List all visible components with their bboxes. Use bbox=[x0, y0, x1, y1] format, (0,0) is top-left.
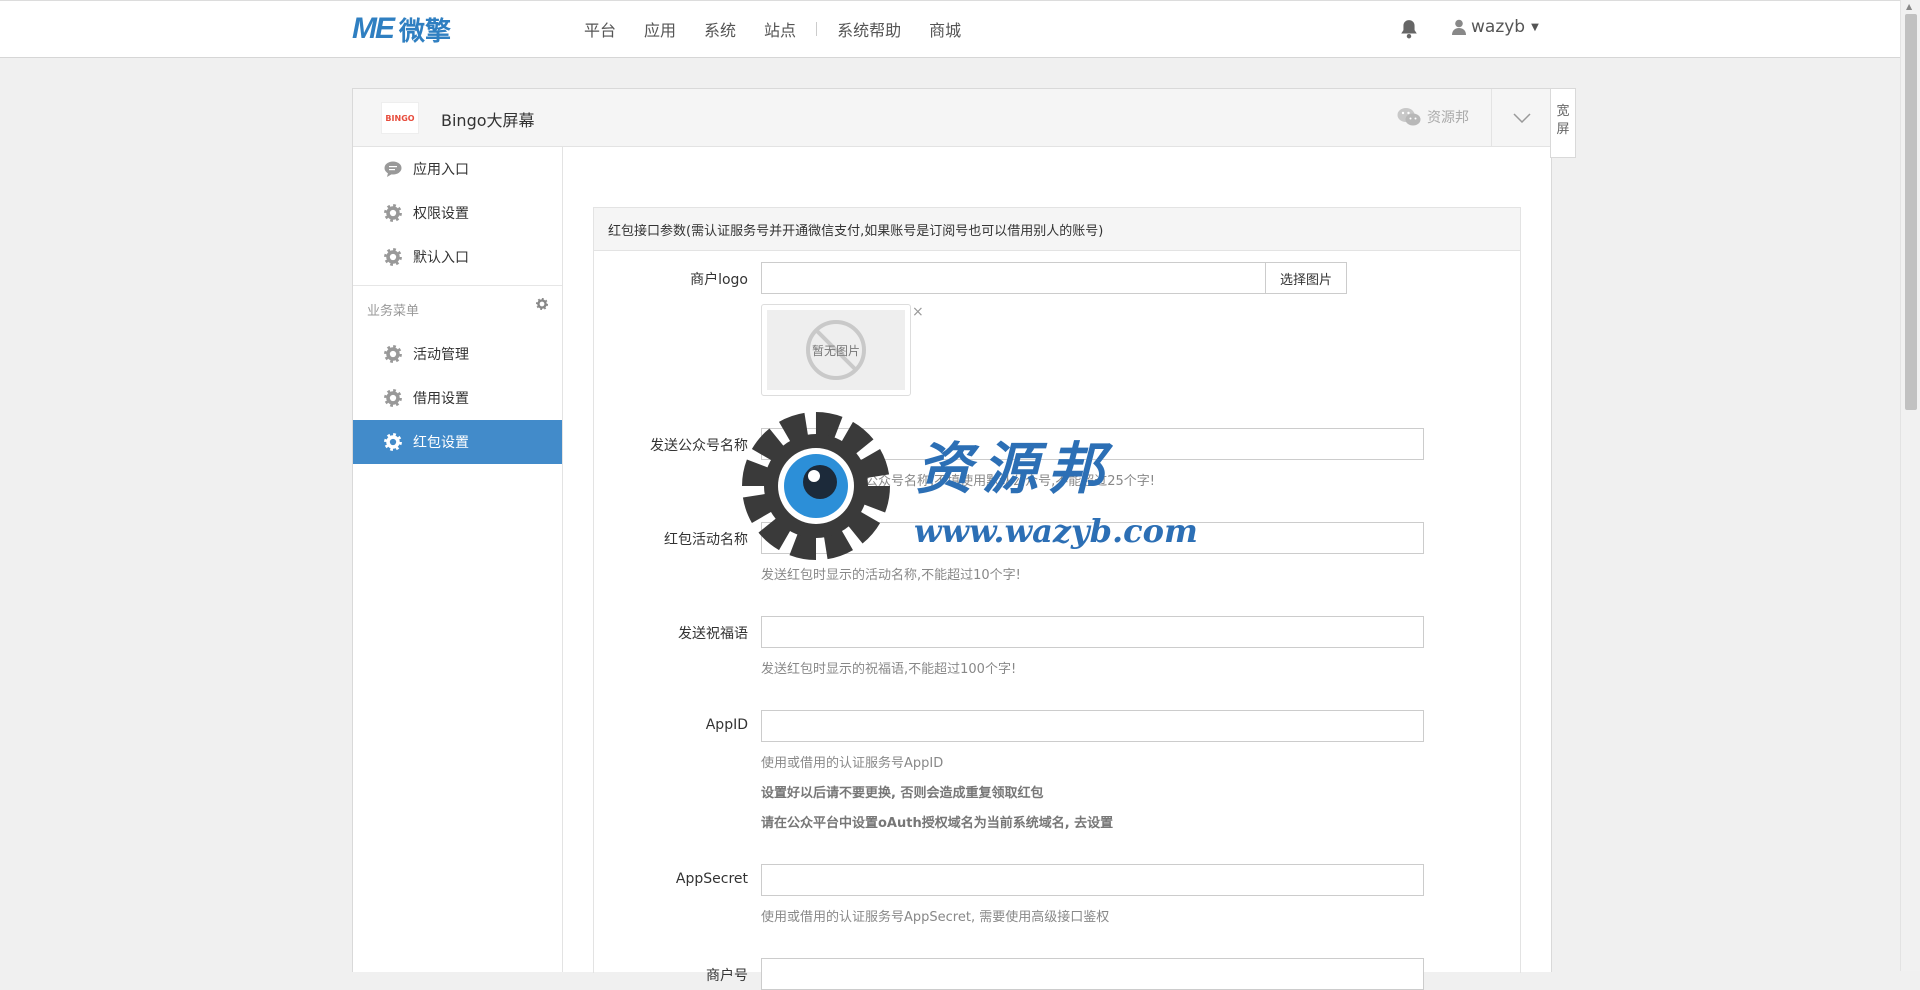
chevron-down-icon: ▼ bbox=[1531, 21, 1539, 33]
gear-icon bbox=[383, 203, 403, 223]
bell-icon[interactable] bbox=[1400, 19, 1418, 39]
sidebar-group-business: 业务菜单 bbox=[353, 285, 562, 332]
app-icon: BINGO bbox=[381, 102, 419, 134]
chevron-down-icon bbox=[1513, 112, 1531, 123]
appsecret-label: AppSecret bbox=[675, 871, 748, 887]
sidebar-item-default-entry[interactable]: 默认入口 bbox=[353, 235, 562, 279]
sidebar-item-app-entry[interactable]: 应用入口 bbox=[353, 147, 562, 191]
nav-system[interactable]: 系统 bbox=[690, 17, 750, 41]
panel-header: BINGO Bingo大屏幕 资源邦 bbox=[353, 89, 1551, 147]
mchid-input[interactable] bbox=[761, 958, 1424, 990]
sender-label: 发送公众号名称 bbox=[650, 438, 748, 454]
logo-label: 商户logo bbox=[690, 272, 748, 288]
sidebar-item-label: 默认入口 bbox=[413, 250, 469, 266]
card-title: 红包接口参数(需认证服务号并开通微信支付,如果账号是订阅号也可以借用别人的账号) bbox=[594, 208, 1520, 251]
sidebar-item-label: 活动管理 bbox=[413, 347, 469, 363]
gear-icon bbox=[383, 388, 403, 408]
gear-icon bbox=[383, 247, 403, 267]
activity-help: 发送红包时显示的活动名称,不能超过10个字! bbox=[761, 568, 1021, 583]
activity-name-input[interactable] bbox=[761, 522, 1424, 554]
no-image-text: 暂无图片 bbox=[811, 343, 860, 358]
logo-input[interactable] bbox=[761, 262, 1266, 294]
sender-help: 发送红包时显示的公众号名称,不填使用默认公众号,不能超过25个字! bbox=[761, 474, 1156, 489]
scroll-up-icon[interactable]: ▲ bbox=[1906, 2, 1912, 11]
sidebar-group-title: 业务菜单 bbox=[367, 303, 420, 319]
wide-screen-button[interactable]: 宽屏 bbox=[1550, 88, 1576, 158]
appsecret-input[interactable] bbox=[761, 864, 1424, 896]
gear-icon bbox=[383, 344, 403, 364]
sidebar-item-label: 借用设置 bbox=[413, 391, 469, 407]
nav-help[interactable]: 系统帮助 bbox=[823, 17, 915, 41]
gear-icon bbox=[383, 432, 403, 452]
wishing-input[interactable] bbox=[761, 616, 1424, 648]
wechat-account[interactable]: 资源邦 bbox=[1397, 107, 1469, 127]
username: wazyb bbox=[1471, 17, 1526, 37]
logo-text: 微擎 bbox=[399, 16, 452, 47]
sidebar: 应用入口 权限设置 默认入口 业务菜单 活动管理 借用设置 红包设置 bbox=[353, 147, 563, 972]
main-nav: 平台 应用 系统 站点 系统帮助 商城 bbox=[570, 1, 975, 57]
sidebar-item-label: 权限设置 bbox=[413, 206, 469, 222]
oauth-domain-hint[interactable]: 请在公众平台中设置oAuth授权域名为当前系统域名, 去设置 bbox=[761, 812, 1113, 831]
mchid-label: 商户号 bbox=[706, 968, 748, 984]
nav-platform[interactable]: 平台 bbox=[570, 17, 630, 41]
page-scrollbar[interactable]: ▲ bbox=[1900, 0, 1920, 971]
logo[interactable]: ME 微擎 bbox=[352, 12, 452, 47]
nav-store[interactable]: 商城 bbox=[915, 17, 975, 41]
wishing-help: 发送红包时显示的祝福语,不能超过100个字! bbox=[761, 662, 1017, 677]
nav-site[interactable]: 站点 bbox=[750, 17, 810, 41]
app-panel: BINGO Bingo大屏幕 资源邦 应用入口 权限设置 默认入口 业务菜单 活… bbox=[352, 88, 1552, 990]
chat-icon bbox=[383, 159, 403, 179]
logo-preview: 暂无图片 bbox=[761, 304, 911, 396]
redpacket-settings-card: 红包接口参数(需认证服务号并开通微信支付,如果账号是订阅号也可以借用别人的账号)… bbox=[593, 207, 1521, 990]
account-name: 资源邦 bbox=[1427, 110, 1469, 126]
nav-divider bbox=[816, 22, 818, 36]
top-navbar: ME 微擎 平台 应用 系统 站点 系统帮助 商城 wazyb ▼ bbox=[0, 0, 1900, 58]
wechat-icon bbox=[1397, 108, 1421, 126]
sender-name-input[interactable] bbox=[761, 428, 1424, 460]
sidebar-item-permissions[interactable]: 权限设置 bbox=[353, 191, 562, 235]
sidebar-item-label: 应用入口 bbox=[413, 162, 469, 178]
remove-image-icon[interactable]: × bbox=[912, 304, 924, 320]
nav-apps[interactable]: 应用 bbox=[630, 17, 690, 41]
wishing-label: 发送祝福语 bbox=[678, 626, 748, 642]
choose-image-button[interactable]: 选择图片 bbox=[1265, 262, 1347, 294]
scrollbar-thumb[interactable] bbox=[1905, 14, 1917, 410]
app-icon-text: BINGO bbox=[385, 113, 415, 123]
sidebar-item-activity[interactable]: 活动管理 bbox=[353, 332, 562, 376]
sidebar-item-redpacket[interactable]: 红包设置 bbox=[353, 420, 562, 464]
appid-warning: 设置好以后请不要更换, 否则会造成重复领取红包 bbox=[761, 786, 1044, 801]
user-icon bbox=[1452, 19, 1466, 35]
user-menu[interactable]: wazyb ▼ bbox=[1452, 17, 1539, 37]
sidebar-item-label: 红包设置 bbox=[413, 435, 469, 451]
appsecret-help: 使用或借用的认证服务号AppSecret, 需要使用高级接口鉴权 bbox=[761, 910, 1110, 925]
appid-input[interactable] bbox=[761, 710, 1424, 742]
logo-mark: ME bbox=[352, 12, 395, 45]
gear-icon[interactable] bbox=[536, 298, 548, 314]
app-title: Bingo大屏幕 bbox=[441, 111, 535, 130]
sidebar-item-borrow[interactable]: 借用设置 bbox=[353, 376, 562, 420]
appid-label: AppID bbox=[705, 717, 748, 733]
collapse-toggle[interactable] bbox=[1491, 89, 1552, 146]
activity-label: 红包活动名称 bbox=[664, 532, 748, 548]
appid-help: 使用或借用的认证服务号AppID bbox=[761, 756, 944, 771]
